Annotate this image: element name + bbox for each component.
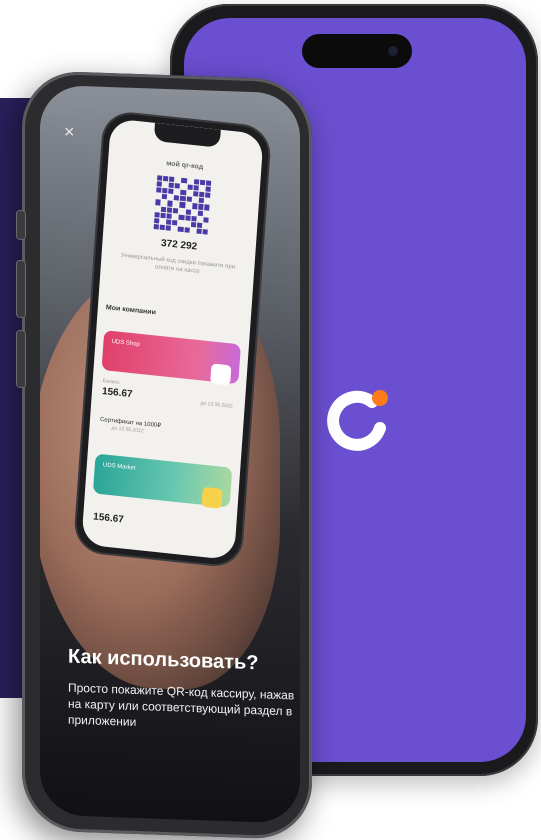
card-2-label: UDS Market (102, 462, 136, 472)
balance-value: 156.67 (101, 386, 133, 401)
volume-up-button (16, 259, 26, 319)
inner-phone-image: мой qr-код 372 292 Универсальный код ски… (74, 111, 271, 567)
card-1-label: UDS Shop (111, 338, 141, 348)
balance-label: Баланс (102, 378, 120, 386)
tutorial-screen: × мой qr-код 372 292 Универсальный код с… (40, 84, 300, 824)
company-card-1: UDS Shop (101, 330, 241, 386)
close-icon[interactable]: × (64, 121, 75, 142)
qr-title: мой qr-код (165, 160, 204, 172)
companies-title: Мои компании (105, 304, 157, 317)
volume-down-button (16, 329, 26, 389)
balance-2-value: 156.67 (92, 511, 125, 526)
tutorial-headline: Как использовать? (68, 645, 259, 675)
inner-phone-screen: мой qr-код 372 292 Универсальный код ски… (81, 118, 264, 561)
card-1-logo-icon (210, 363, 232, 386)
dynamic-island (302, 34, 412, 68)
qr-code-icon (153, 175, 212, 235)
company-card-2: UDS Market (92, 453, 233, 509)
mute-switch (16, 209, 26, 241)
tutorial-description: Просто покажите QR-код кассиру, нажав на… (68, 680, 295, 729)
phone-tutorial-mockup: × мой qr-код 372 292 Универсальный код с… (16, 70, 312, 840)
balance-date: до 12.05.2022 (200, 400, 233, 410)
card-2-logo-icon (201, 486, 223, 509)
brand-logo-icon (327, 390, 388, 451)
